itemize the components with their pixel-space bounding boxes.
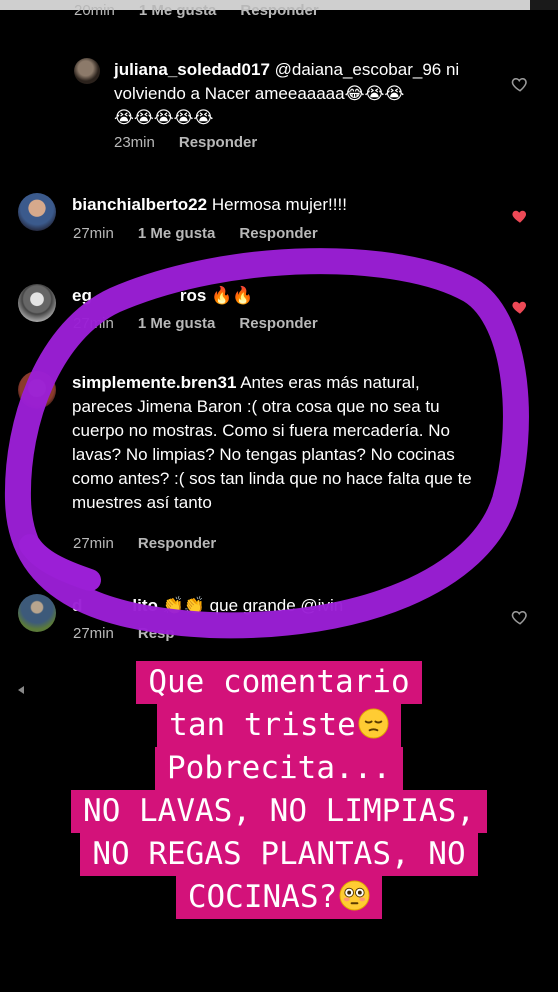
comment-text: 👏👏 que grande @ivin: [162, 596, 344, 615]
comment-username[interactable]: eg: [72, 286, 92, 305]
heart-outline-icon[interactable]: [511, 608, 529, 626]
avatar[interactable]: [74, 58, 100, 84]
comment-item: juliana_soledad017 @daiana_escobar_96 ni…: [74, 58, 484, 130]
comment-username[interactable]: juliana_soledad017: [114, 60, 270, 79]
comment-username-tail[interactable]: ros: [180, 286, 206, 305]
reply-button[interactable]: Responder: [240, 2, 318, 19]
avatar[interactable]: [18, 594, 56, 632]
comment-meta-top: 20min 1 Me gusta Responder: [74, 2, 319, 19]
comment-meta: 27min Responder: [73, 535, 216, 552]
likes-count[interactable]: 1 Me gusta: [138, 225, 216, 242]
comment-body: juliana_soledad017 @daiana_escobar_96 ni…: [114, 58, 484, 130]
comment-meta: 23min Responder: [114, 134, 257, 151]
reply-button[interactable]: Resp: [138, 625, 175, 642]
reply-button[interactable]: Responder: [239, 225, 317, 242]
avatar[interactable]: [18, 284, 56, 322]
heart-filled-icon[interactable]: [511, 298, 529, 316]
avatar[interactable]: [18, 193, 56, 231]
heart-filled-icon[interactable]: [511, 207, 529, 225]
comment-meta: 27min 1 Me gusta Responder: [73, 315, 318, 332]
comment-body: simplemente.bren31 Antes eras más natura…: [72, 371, 472, 515]
comment-username[interactable]: simplemente.bren31: [72, 373, 236, 392]
comment-time: 27min: [73, 315, 114, 332]
comment-time: 20min: [74, 2, 115, 19]
comment-meta: 27min Resp: [73, 625, 175, 642]
banner-line: COCINAS?: [175, 876, 383, 919]
banner-line: tan triste: [157, 704, 401, 747]
comment-username[interactable]: d: [72, 596, 82, 615]
comment-time: 27min: [73, 625, 114, 642]
reply-button[interactable]: Responder: [138, 535, 216, 552]
heart-outline-icon[interactable]: [511, 75, 529, 93]
comment-time: 27min: [73, 535, 114, 552]
reply-button[interactable]: Responder: [239, 315, 317, 332]
comment-body: bianchialberto22 Hermosa mujer!!!!: [72, 193, 492, 217]
comment-body: d lito 👏👏 que grande @ivin: [72, 594, 502, 618]
comment-item: simplemente.bren31 Antes eras más natura…: [18, 371, 472, 515]
comment-text: Antes eras más natural, pareces Jimena B…: [72, 373, 472, 512]
likes-count[interactable]: 1 Me gusta: [139, 2, 217, 19]
comment-username-tail[interactable]: lito: [132, 596, 158, 615]
comment-time: 27min: [73, 225, 114, 242]
comment-body: eg ros 🔥🔥: [72, 284, 372, 308]
likes-count[interactable]: 1 Me gusta: [138, 315, 216, 332]
story-text-banner: Que comentario tan triste Pobrecita... N…: [0, 661, 558, 919]
banner-line: Pobrecita...: [155, 747, 403, 790]
comment-time: 23min: [114, 134, 155, 151]
reply-button[interactable]: Responder: [179, 134, 257, 151]
banner-line-text: COCINAS?: [187, 879, 338, 915]
flushed-face-icon: [339, 880, 370, 911]
banner-line: NO REGAS PLANTAS, NO: [80, 833, 478, 876]
banner-line-text: tan triste: [169, 707, 356, 743]
banner-line: NO LAVAS, NO LIMPIAS,: [71, 790, 487, 833]
comment-text: 🔥🔥: [211, 286, 254, 305]
banner-line: Que comentario: [136, 661, 422, 704]
avatar[interactable]: [18, 371, 56, 409]
pensive-face-icon: [358, 708, 389, 739]
comment-text: Hermosa mujer!!!!: [211, 195, 347, 214]
comment-username[interactable]: bianchialberto22: [72, 195, 207, 214]
comment-meta: 27min 1 Me gusta Responder: [73, 225, 318, 242]
